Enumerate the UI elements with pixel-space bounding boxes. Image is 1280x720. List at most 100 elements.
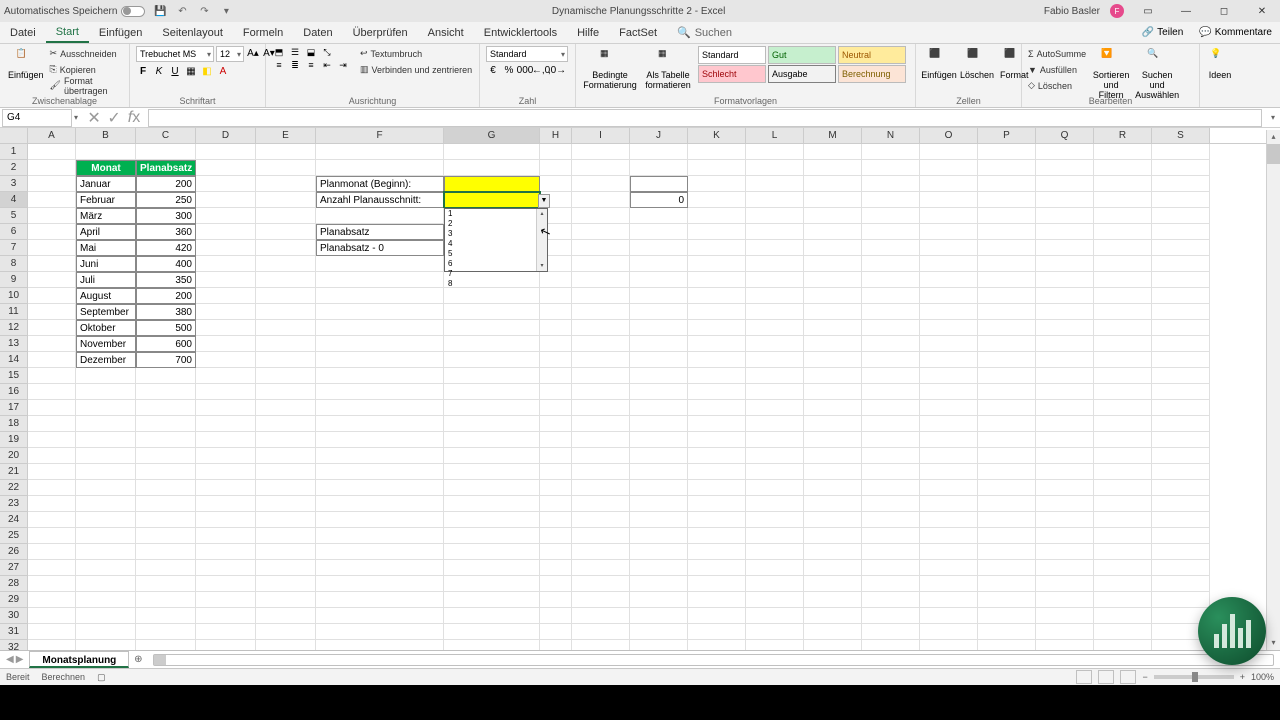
cell[interactable] (862, 320, 920, 336)
cell[interactable] (630, 624, 688, 640)
cell[interactable] (136, 624, 196, 640)
cell[interactable] (1036, 576, 1094, 592)
cell[interactable] (978, 432, 1036, 448)
cell[interactable] (1094, 320, 1152, 336)
cell[interactable] (746, 528, 804, 544)
cell[interactable] (978, 560, 1036, 576)
cell[interactable] (920, 592, 978, 608)
cell[interactable] (136, 592, 196, 608)
cell[interactable] (28, 528, 76, 544)
scroll-down-icon[interactable]: ▾ (1267, 636, 1280, 650)
scroll-up-icon[interactable]: ▴ (1267, 130, 1280, 144)
cell[interactable] (688, 176, 746, 192)
cell[interactable] (862, 144, 920, 160)
cell[interactable] (1036, 352, 1094, 368)
cell[interactable] (804, 144, 862, 160)
select-all-corner[interactable] (0, 128, 28, 143)
fx-icon[interactable]: fx (126, 110, 142, 126)
col-header[interactable]: J (630, 128, 688, 143)
cell[interactable] (920, 432, 978, 448)
cell[interactable] (316, 352, 444, 368)
cell[interactable] (804, 608, 862, 624)
cell[interactable] (1036, 176, 1094, 192)
cell[interactable] (28, 608, 76, 624)
cell[interactable] (196, 592, 256, 608)
cell[interactable] (444, 576, 540, 592)
cell[interactable] (920, 512, 978, 528)
cell[interactable] (1036, 336, 1094, 352)
cell[interactable] (688, 368, 746, 384)
cell[interactable] (28, 576, 76, 592)
col-header[interactable]: A (28, 128, 76, 143)
row-header[interactable]: 13 (0, 336, 28, 352)
cell[interactable] (256, 192, 316, 208)
cell[interactable] (920, 384, 978, 400)
paste-button[interactable]: 📋 Einfügen (6, 46, 46, 82)
cell[interactable] (630, 384, 688, 400)
qat-dropdown-icon[interactable]: ▾ (219, 4, 233, 18)
dropdown-item[interactable]: 6 (445, 259, 547, 269)
cell[interactable] (444, 400, 540, 416)
cell[interactable] (862, 368, 920, 384)
cell[interactable]: 250 (136, 192, 196, 208)
cell[interactable] (256, 496, 316, 512)
cell[interactable] (196, 560, 256, 576)
cell[interactable] (978, 208, 1036, 224)
cell[interactable] (1094, 576, 1152, 592)
cell[interactable] (316, 320, 444, 336)
cell[interactable]: Januar (76, 176, 136, 192)
cell[interactable] (688, 512, 746, 528)
cell[interactable] (978, 544, 1036, 560)
cell[interactable] (804, 336, 862, 352)
cell[interactable] (688, 192, 746, 208)
decimal-inc-icon[interactable]: ←,0 (534, 63, 548, 77)
border-button[interactable]: ▦ (184, 64, 198, 78)
user-avatar[interactable]: F (1110, 4, 1124, 18)
cell[interactable] (746, 336, 804, 352)
cell[interactable] (1152, 272, 1210, 288)
row-header[interactable]: 4 (0, 192, 28, 208)
cell[interactable] (572, 160, 630, 176)
cell[interactable] (1152, 592, 1210, 608)
cell[interactable] (540, 560, 572, 576)
row-header[interactable]: 23 (0, 496, 28, 512)
align-center-icon[interactable]: ≣ (288, 59, 302, 71)
cell[interactable] (196, 496, 256, 512)
cell[interactable] (76, 560, 136, 576)
cell[interactable] (688, 208, 746, 224)
close-icon[interactable]: ✕ (1248, 2, 1276, 20)
cell[interactable] (1094, 480, 1152, 496)
style-neutral[interactable]: Neutral (838, 46, 906, 64)
cell[interactable] (1094, 192, 1152, 208)
cell[interactable] (920, 208, 978, 224)
row-header[interactable]: 27 (0, 560, 28, 576)
cell[interactable] (630, 608, 688, 624)
cell[interactable] (316, 432, 444, 448)
cell[interactable] (1094, 160, 1152, 176)
cell[interactable] (630, 256, 688, 272)
cell[interactable]: Monat (76, 160, 136, 176)
cell[interactable] (862, 304, 920, 320)
indent-decrease-icon[interactable]: ⇤ (320, 59, 334, 71)
cell[interactable] (196, 224, 256, 240)
hscroll-thumb[interactable] (154, 655, 166, 665)
cell[interactable] (920, 496, 978, 512)
cell[interactable] (1036, 208, 1094, 224)
cell[interactable] (444, 608, 540, 624)
row-header[interactable]: 10 (0, 288, 28, 304)
cell[interactable] (28, 144, 76, 160)
cell[interactable] (196, 256, 256, 272)
col-header[interactable]: L (746, 128, 804, 143)
cell[interactable] (196, 368, 256, 384)
cell[interactable] (196, 160, 256, 176)
cell[interactable] (316, 144, 444, 160)
name-box[interactable]: G4 (2, 109, 72, 127)
cell[interactable] (746, 544, 804, 560)
cell[interactable] (862, 352, 920, 368)
cell[interactable] (76, 144, 136, 160)
row-header[interactable]: 29 (0, 592, 28, 608)
cell[interactable] (862, 480, 920, 496)
cell[interactable] (196, 544, 256, 560)
cell[interactable] (1036, 304, 1094, 320)
cell[interactable] (862, 160, 920, 176)
